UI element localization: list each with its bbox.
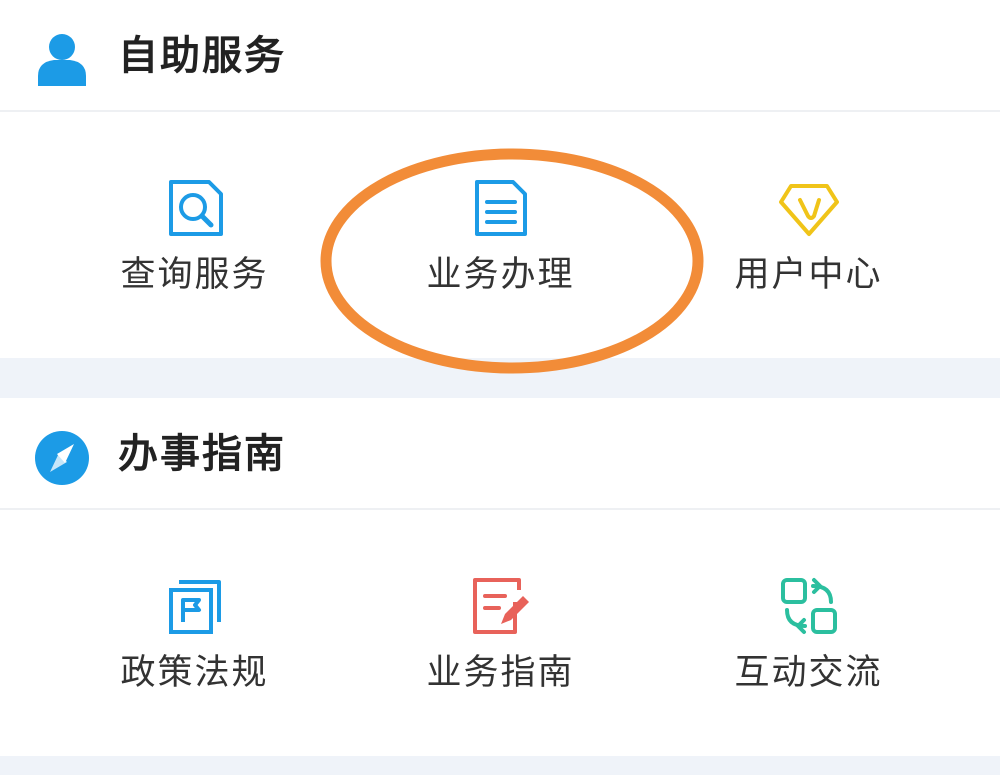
query-service-item[interactable]: 查询服务: [28, 112, 361, 358]
edit-document-icon: [472, 578, 529, 634]
guide-grid: 政策法规 业务指南 互动交流: [0, 510, 1000, 756]
interaction-exchange-item[interactable]: 互动交流: [642, 510, 975, 756]
compass-icon: [35, 431, 89, 485]
flag-document-icon: [168, 580, 221, 634]
policy-regulations-label: 政策法规: [120, 653, 269, 693]
bottom-separator: [0, 756, 1000, 775]
policy-regulations-item[interactable]: 政策法规: [28, 510, 361, 756]
guide-header: 办事指南: [0, 398, 1000, 510]
business-guide-item[interactable]: 业务指南: [334, 510, 667, 756]
query-service-label: 查询服务: [120, 255, 269, 295]
user-center-item[interactable]: 用户中心: [642, 112, 975, 358]
document-icon: [474, 180, 527, 236]
diamond-vip-icon: [778, 184, 839, 236]
user-center-label: 用户中心: [734, 255, 883, 295]
business-guide-label: 业务指南: [426, 653, 575, 693]
interaction-exchange-label: 互动交流: [734, 653, 883, 693]
page: 自助服务 查询服务 业务办理 用户中心 办事指南 政策法规 业务指南 互动交流: [0, 0, 1000, 775]
self-service-grid: 查询服务 业务办理 用户中心: [0, 112, 1000, 358]
section-separator: [0, 358, 1000, 398]
self-service-title: 自助服务: [118, 33, 286, 79]
business-handling-label: 业务办理: [426, 255, 575, 295]
swap-interaction-icon: [780, 578, 837, 634]
business-handling-item[interactable]: 业务办理: [334, 112, 667, 358]
search-document-icon: [168, 180, 223, 236]
user-icon: [38, 34, 86, 86]
self-service-header: 自助服务: [0, 0, 1000, 112]
guide-title: 办事指南: [118, 431, 286, 477]
